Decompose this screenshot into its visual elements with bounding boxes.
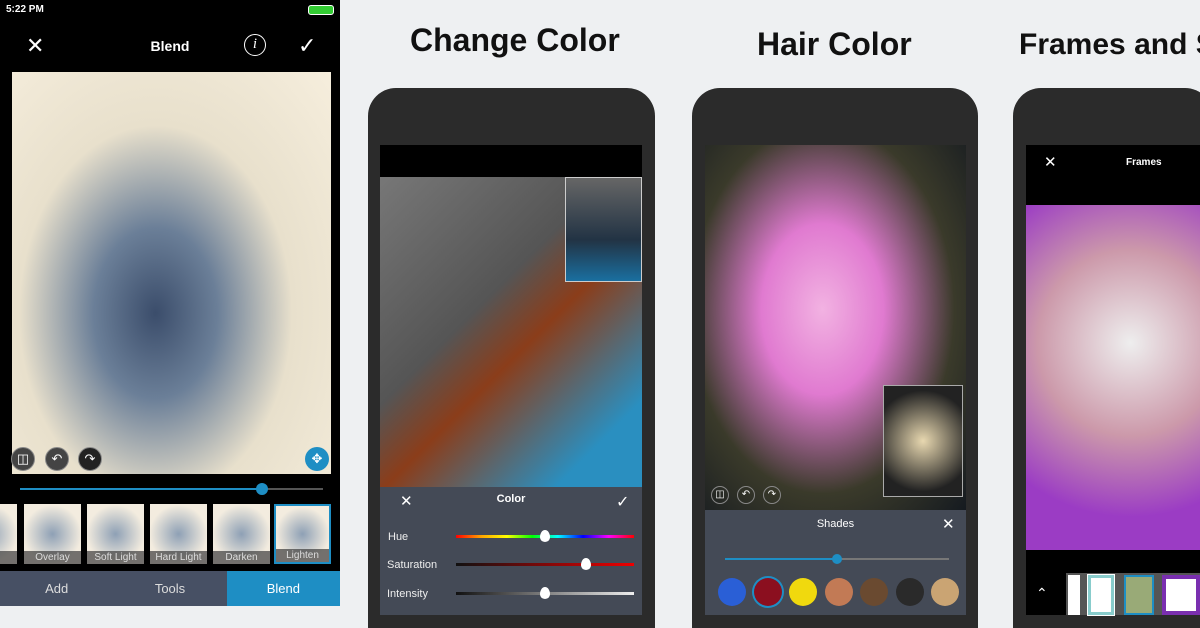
close-icon[interactable]: ✕ — [942, 515, 955, 533]
blend-mode-item[interactable]: Hard Light — [150, 504, 207, 564]
hair-swatch[interactable] — [753, 578, 782, 606]
change-color-screen: ✕ Color ✓ Hue Saturation Intensity — [380, 145, 642, 615]
hue-label: Hue — [388, 531, 409, 543]
info-icon[interactable]: i — [244, 34, 266, 56]
hair-swatch[interactable] — [824, 578, 853, 606]
slider-knob[interactable] — [580, 558, 591, 570]
intensity-label: Intensity — [387, 588, 428, 600]
blend-mode-item-selected[interactable]: Lighten — [274, 504, 331, 564]
undo-icon[interactable]: ↶ — [737, 486, 755, 504]
heading-hair-color: Hair Color — [757, 26, 912, 62]
blend-mode-strip: n Overlay Soft Light Hard Light Darken L… — [0, 504, 340, 564]
redo-icon[interactable]: ↷ — [763, 486, 781, 504]
blend-mode-item[interactable]: n — [0, 504, 17, 564]
frame-photo — [1026, 205, 1200, 550]
frames-screen: ✕ Frames ⌃ — [1026, 145, 1200, 616]
hair-swatch[interactable] — [718, 578, 746, 606]
shade-slider[interactable] — [725, 554, 949, 564]
heading-change-color: Change Color — [410, 22, 620, 58]
heading-frames: Frames and S — [1019, 28, 1200, 61]
frame-strip[interactable] — [1066, 573, 1200, 616]
hue-slider[interactable] — [456, 530, 634, 542]
slider-knob[interactable] — [540, 587, 550, 599]
hair-color-screen: ◫ ↶ ↷ Shades ✕ — [705, 145, 966, 615]
bottom-tabs: Add Tools Blend — [0, 571, 340, 606]
original-thumbnail — [883, 385, 963, 497]
hair-swatch[interactable] — [860, 578, 888, 606]
battery-icon — [308, 5, 334, 15]
undo-icon[interactable]: ↶ — [45, 447, 69, 471]
close-icon[interactable]: ✕ — [1044, 153, 1057, 171]
screen-title: Blend — [150, 38, 190, 54]
tab-add[interactable]: Add — [0, 571, 114, 606]
color-panel: ✕ Color ✓ Hue Saturation Intensity — [380, 487, 642, 615]
panel-title: Color — [496, 493, 526, 505]
compare-icon[interactable]: ◫ — [711, 486, 729, 504]
hair-swatch[interactable] — [789, 578, 817, 606]
original-thumbnail — [565, 177, 642, 282]
chevron-up-icon[interactable]: ⌃ — [1036, 585, 1048, 602]
blend-photo — [12, 72, 331, 474]
check-icon[interactable]: ✓ — [616, 492, 629, 512]
status-time: 5:22 PM — [6, 4, 44, 15]
close-icon[interactable]: ✕ — [26, 33, 44, 59]
hair-swatch[interactable] — [895, 578, 924, 606]
slider-knob[interactable] — [256, 483, 269, 495]
blend-slider[interactable] — [20, 483, 323, 495]
saturation-label: Saturation — [387, 559, 438, 571]
blend-mode-item[interactable]: Overlay — [24, 504, 81, 564]
panel-title: Shades — [816, 518, 855, 530]
slider-knob[interactable] — [832, 554, 842, 564]
screen-title: Frames — [1126, 157, 1162, 168]
blend-screen: 5:22 PM Blend ✕ i ✓ ◫ ↶ ↷ ✥ n Overlay So… — [0, 0, 340, 606]
tab-blend[interactable]: Blend — [226, 571, 340, 606]
redo-icon[interactable]: ↷ — [78, 447, 102, 471]
slider-knob[interactable] — [540, 530, 550, 542]
hair-swatch[interactable] — [931, 578, 959, 606]
intensity-slider[interactable] — [456, 587, 634, 599]
saturation-slider[interactable] — [456, 558, 634, 570]
blend-mode-item[interactable]: Soft Light — [87, 504, 144, 564]
compare-icon[interactable]: ◫ — [11, 447, 35, 471]
tab-tools[interactable]: Tools — [113, 571, 227, 606]
check-icon[interactable]: ✓ — [298, 33, 316, 59]
move-icon[interactable]: ✥ — [305, 447, 329, 471]
blend-mode-item[interactable]: Darken — [213, 504, 270, 564]
